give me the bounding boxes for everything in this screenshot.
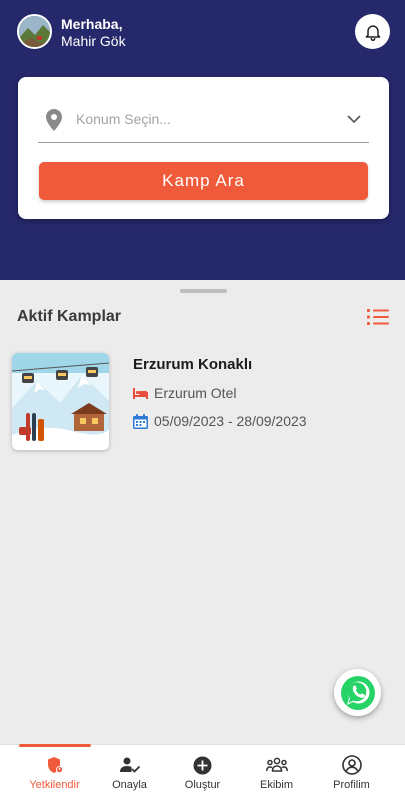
tab-profilim[interactable]: Profilim xyxy=(311,745,392,800)
search-camp-button[interactable]: Kamp Ara xyxy=(39,162,368,200)
greeting-text: Merhaba, xyxy=(61,16,123,32)
tab-label: Oluştur xyxy=(184,779,221,791)
notifications-button[interactable] xyxy=(355,14,390,49)
bed-icon xyxy=(133,386,148,401)
user-name: Mahir Gök xyxy=(61,33,126,49)
location-placeholder: Konum Seçin... xyxy=(76,110,171,127)
team-icon xyxy=(265,757,288,772)
location-pin-icon xyxy=(46,108,64,131)
tab-label: Ekibim xyxy=(259,779,293,791)
tab-label: Profilim xyxy=(333,779,370,791)
profile-icon xyxy=(341,755,362,775)
camp-date-row: 05/09/2023 - 28/09/2023 xyxy=(133,413,307,429)
camp-list-item[interactable]: Erzurum Konaklı Erzurum Otel 05/09/2023 … xyxy=(0,350,405,454)
greeting-block: Merhaba, Mahir Gök xyxy=(61,16,126,50)
chevron-down-icon xyxy=(347,115,361,124)
header: Merhaba, Mahir Gök Konum Seçin... Kamp A… xyxy=(0,0,405,280)
calendar-icon xyxy=(133,413,148,429)
tab-onayla[interactable]: Onayla xyxy=(89,745,170,800)
avatar[interactable] xyxy=(17,14,52,49)
list-view-button[interactable] xyxy=(367,308,389,326)
bell-icon xyxy=(365,24,380,41)
section-title: Aktif Kamplar xyxy=(17,308,122,325)
search-card: Konum Seçin... Kamp Ara xyxy=(18,77,389,219)
plus-circle-icon xyxy=(193,756,212,774)
tab-olustur[interactable]: Oluştur xyxy=(162,745,243,800)
camp-thumbnail xyxy=(12,353,109,450)
list-icon xyxy=(367,309,389,325)
tab-label: Onayla xyxy=(112,779,147,791)
whatsapp-icon xyxy=(340,675,375,710)
user-check-icon xyxy=(119,757,140,773)
camp-date-range: 05/09/2023 - 28/09/2023 xyxy=(154,413,307,429)
camp-hotel-row: Erzurum Otel xyxy=(133,385,236,401)
tab-ekibim[interactable]: Ekibim xyxy=(236,745,317,800)
tab-yetkilendir[interactable]: Yetkilendir xyxy=(14,745,95,800)
sheet-handle[interactable] xyxy=(180,289,227,293)
bottom-tab-bar: Yetkilendir Onayla Oluştur Ekibim Profil… xyxy=(0,744,405,800)
location-select[interactable]: Konum Seçin... xyxy=(38,97,369,143)
camp-hotel: Erzurum Otel xyxy=(154,385,237,401)
camp-name: Erzurum Konaklı xyxy=(133,356,253,373)
shield-icon xyxy=(47,757,63,773)
tab-label: Yetkilendir xyxy=(29,779,80,791)
whatsapp-button[interactable] xyxy=(334,669,381,716)
